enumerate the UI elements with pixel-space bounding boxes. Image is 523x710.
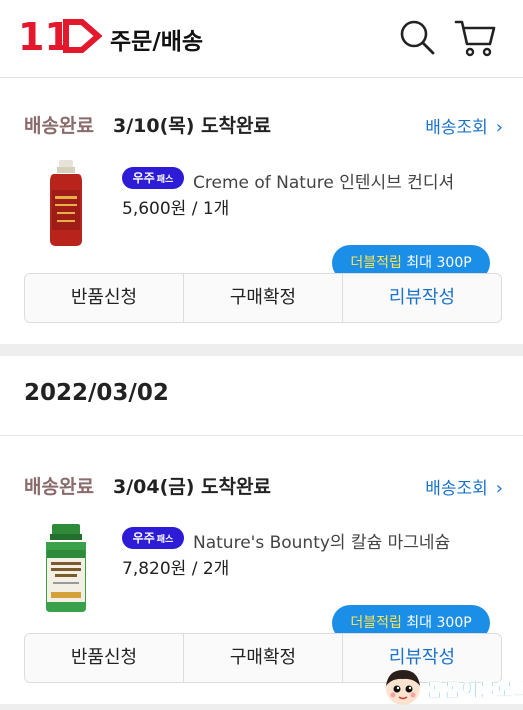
product-name[interactable]: Creme of Nature 인텐시브 컨디셔 xyxy=(193,168,454,193)
page-title: 주문/배송 xyxy=(110,29,204,55)
product-image-conditioner[interactable] xyxy=(44,160,88,246)
track-shipment-link[interactable]: 배송조회 › xyxy=(425,113,503,138)
product-price-quantity: 7,820원 / 2개 xyxy=(122,559,230,579)
divider xyxy=(0,435,523,436)
product-image-calcium[interactable] xyxy=(40,524,92,612)
confirm-purchase-button[interactable]: 구매확정 xyxy=(184,274,343,322)
delivery-status: 배송완료 xyxy=(24,115,94,137)
return-request-button[interactable]: 반품신청 xyxy=(25,274,184,322)
blog-watermark: 돔돔이블로그 xyxy=(384,668,523,708)
cart-icon[interactable] xyxy=(452,14,498,60)
svg-text:11: 11 xyxy=(18,16,71,56)
logo-11st[interactable]: 11 xyxy=(18,16,102,56)
confirm-purchase-button[interactable]: 구매확정 xyxy=(184,634,343,682)
uju-pass-badge: 우주 패스 xyxy=(122,167,184,189)
product-name[interactable]: Nature's Bounty의 칼슘 마그네슘 xyxy=(193,528,450,553)
write-review-button[interactable]: 리뷰작성 xyxy=(343,274,501,322)
track-shipment-link[interactable]: 배송조회 › xyxy=(425,474,503,499)
search-icon[interactable] xyxy=(396,16,438,58)
arrival-date: 3/04(금) 도착완료 xyxy=(113,476,271,498)
delivery-status: 배송완료 xyxy=(24,476,94,498)
chevron-right-icon: › xyxy=(495,117,503,138)
order-actions: 반품신청 구매확정 리뷰작성 xyxy=(24,273,502,323)
watermark-text: 돔돔이블로그 xyxy=(426,679,523,702)
arrival-date: 3/10(목) 도착완료 xyxy=(113,115,271,137)
track-shipment-label: 배송조회 xyxy=(425,479,488,499)
app-header: 11 주문/배송 xyxy=(0,0,523,78)
section-separator xyxy=(0,344,523,356)
character-face-icon xyxy=(386,670,420,705)
order-date-heading: 2022/03/02 xyxy=(24,380,169,406)
product-price-quantity: 5,600원 / 1개 xyxy=(122,199,230,219)
track-shipment-label: 배송조회 xyxy=(425,118,488,138)
chevron-right-icon: › xyxy=(495,478,503,499)
return-request-button[interactable]: 반품신청 xyxy=(25,634,184,682)
uju-pass-badge: 우주 패스 xyxy=(122,527,184,549)
